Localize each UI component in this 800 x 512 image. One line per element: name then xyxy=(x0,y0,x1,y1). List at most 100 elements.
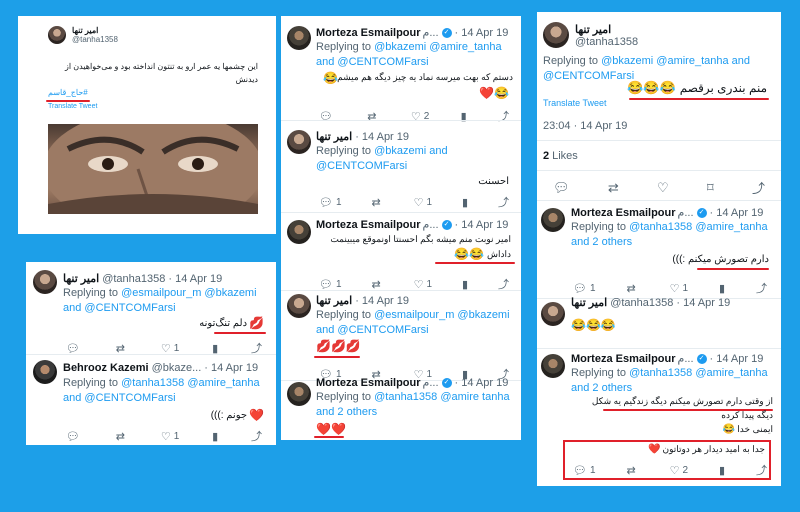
retweet-button[interactable]: ⇄ xyxy=(608,180,619,196)
likes-count: 2 xyxy=(543,150,550,162)
retweet-button[interactable]: ⇄ xyxy=(116,430,128,443)
hashtag-link[interactable]: #حاج_قاسم xyxy=(48,88,88,97)
share-button[interactable]: ⤴ xyxy=(752,178,765,197)
avatar[interactable] xyxy=(287,220,311,244)
reply-count: 1 xyxy=(589,282,596,294)
share-button[interactable]: ⤴ xyxy=(756,462,767,478)
author-name[interactable]: امیر تنها xyxy=(63,272,99,285)
like-count: 1 xyxy=(173,342,180,354)
author-handle[interactable]: @tanha1358 xyxy=(610,297,673,309)
like-button[interactable]: ♡ 1 xyxy=(414,278,432,291)
tweet-date[interactable]: · 14 Apr 19 xyxy=(168,273,222,285)
reply-button[interactable]: 💬︎ xyxy=(66,342,83,355)
author-name[interactable]: امیر تنها xyxy=(316,294,352,307)
reply-button[interactable]: 💬︎ 1 xyxy=(319,278,342,291)
retweet-button[interactable]: ⇄ xyxy=(116,342,128,355)
reply-button[interactable]: 💬︎ 1 xyxy=(573,464,596,477)
author-name[interactable]: Morteza Esmailpour xyxy=(571,207,676,219)
views-button[interactable]: ▮ xyxy=(462,196,468,209)
avatar[interactable] xyxy=(543,22,569,48)
author-handle[interactable]: @bkaze... xyxy=(152,362,202,374)
reply-icon: 💬︎ xyxy=(66,430,80,443)
avatar[interactable] xyxy=(287,26,311,50)
author-name[interactable]: امیر تنها xyxy=(575,23,638,36)
reply-button[interactable]: 💬︎ xyxy=(66,430,83,443)
translate-link[interactable]: Translate Tweet xyxy=(543,98,607,108)
laugh-emoji: 😂 xyxy=(323,71,338,85)
views-button[interactable]: ▮ xyxy=(462,278,468,291)
avatar[interactable] xyxy=(287,130,311,154)
avatar[interactable] xyxy=(287,294,311,318)
share-button[interactable]: ⤴ xyxy=(251,428,262,444)
like-button[interactable]: ♡ 1 xyxy=(670,282,688,295)
reply-icon: 💬︎ xyxy=(573,464,587,477)
views-button[interactable]: ▮ xyxy=(719,282,725,295)
avatar[interactable] xyxy=(33,360,57,384)
tweet-text: جونم :))) xyxy=(210,409,248,421)
author-handle[interactable]: @tanha1358 xyxy=(72,35,118,44)
tweet-text-line4: جدا به امید دیدار هر دوتاتون xyxy=(662,444,765,454)
author-name[interactable]: Behrooz Kazemi xyxy=(63,362,149,374)
avatar[interactable] xyxy=(541,302,565,326)
avatar[interactable] xyxy=(33,270,57,294)
views-button[interactable]: ▮ xyxy=(719,464,725,477)
verified-icon: ✓ xyxy=(441,27,452,38)
heart-icon: ♡ xyxy=(160,430,171,443)
retweet-icon: ⇄ xyxy=(626,282,636,295)
bookmark-button[interactable]: ⌑ xyxy=(707,180,714,196)
avatar[interactable] xyxy=(287,382,311,406)
translate-link[interactable]: Translate Tweet xyxy=(48,103,97,110)
main-tweet-actions: 💬︎ ⇄ ♡ ⌑ ⤴ xyxy=(537,178,781,197)
tweet-date[interactable]: · 14 Apr 19 xyxy=(710,207,764,219)
reaction-emoji: ❤️😂 xyxy=(479,86,509,100)
bookmark-icon: ⌑ xyxy=(706,179,714,195)
avatar[interactable] xyxy=(541,354,565,378)
like-button[interactable]: ♡ 1 xyxy=(161,430,179,443)
like-button[interactable]: ♡ 1 xyxy=(161,342,179,355)
retweet-button[interactable]: ⇄ xyxy=(371,278,383,291)
author-name[interactable]: امیر تنها xyxy=(316,130,352,143)
author-name[interactable]: Morteza Esmailpour xyxy=(316,27,421,39)
author-name[interactable]: Morteza Esmailpour xyxy=(571,353,676,365)
author-suffix: م... xyxy=(422,27,439,39)
tweet-date[interactable]: · 14 Apr 19 xyxy=(355,131,409,143)
tweet-date[interactable]: · 14 Apr 19 xyxy=(676,297,730,309)
author-handle[interactable]: @tanha1358 xyxy=(575,36,638,48)
share-button[interactable]: ⤴ xyxy=(756,280,767,296)
tweet-photo[interactable] xyxy=(48,124,258,214)
replying-label: Replying to xyxy=(63,287,119,299)
tweet-date[interactable]: · 14 Apr 19 xyxy=(455,377,509,389)
retweet-button[interactable]: ⇄ xyxy=(371,196,383,209)
avatar[interactable] xyxy=(48,26,66,44)
like-button[interactable]: ♡ xyxy=(657,180,669,196)
retweet-button[interactable]: ⇄ xyxy=(626,282,638,295)
tweet-date[interactable]: · 14 Apr 19 xyxy=(455,27,509,39)
author-name[interactable]: Morteza Esmailpour xyxy=(316,219,421,231)
views-button[interactable]: ▮ xyxy=(212,342,218,355)
avatar[interactable] xyxy=(541,208,565,232)
author-name[interactable]: امیر تنها xyxy=(72,26,118,35)
share-button[interactable]: ⤴ xyxy=(498,108,509,124)
tweet-date[interactable]: · 14 Apr 19 xyxy=(355,295,409,307)
replying-to: Replying to @bkazemi @amire_tanha and @C… xyxy=(316,40,516,70)
reply-button[interactable]: 💬︎ xyxy=(553,180,570,196)
like-button[interactable]: ♡ 1 xyxy=(414,196,432,209)
share-button[interactable]: ⤴ xyxy=(498,194,509,210)
reply-button[interactable]: 💬︎ 1 xyxy=(573,282,596,295)
author-name[interactable]: Morteza Esmailpour xyxy=(316,377,421,389)
tweet-date[interactable]: · 14 Apr 19 xyxy=(455,219,509,231)
author-handle[interactable]: @tanha1358 xyxy=(102,273,165,285)
replying-label: Replying to xyxy=(571,221,627,233)
heart-emoji: ❤️ xyxy=(648,444,661,455)
views-button[interactable]: ▮ xyxy=(212,430,218,443)
likes-summary[interactable]: 2 Likes xyxy=(543,150,578,162)
like-button[interactable]: ♡ 2 xyxy=(670,464,688,477)
heart-icon: ♡ xyxy=(413,278,424,291)
tweet-date[interactable]: · 14 Apr 19 xyxy=(204,362,258,374)
retweet-button[interactable]: ⇄ xyxy=(626,464,638,477)
reply-button[interactable]: 💬︎ 1 xyxy=(319,196,342,209)
tweet-timestamp[interactable]: 23:04 · 14 Apr 19 xyxy=(543,120,627,132)
reply-icon: 💬︎ xyxy=(319,278,333,291)
author-name[interactable]: امیر تنها xyxy=(571,296,607,309)
tweet-date[interactable]: · 14 Apr 19 xyxy=(710,353,764,365)
